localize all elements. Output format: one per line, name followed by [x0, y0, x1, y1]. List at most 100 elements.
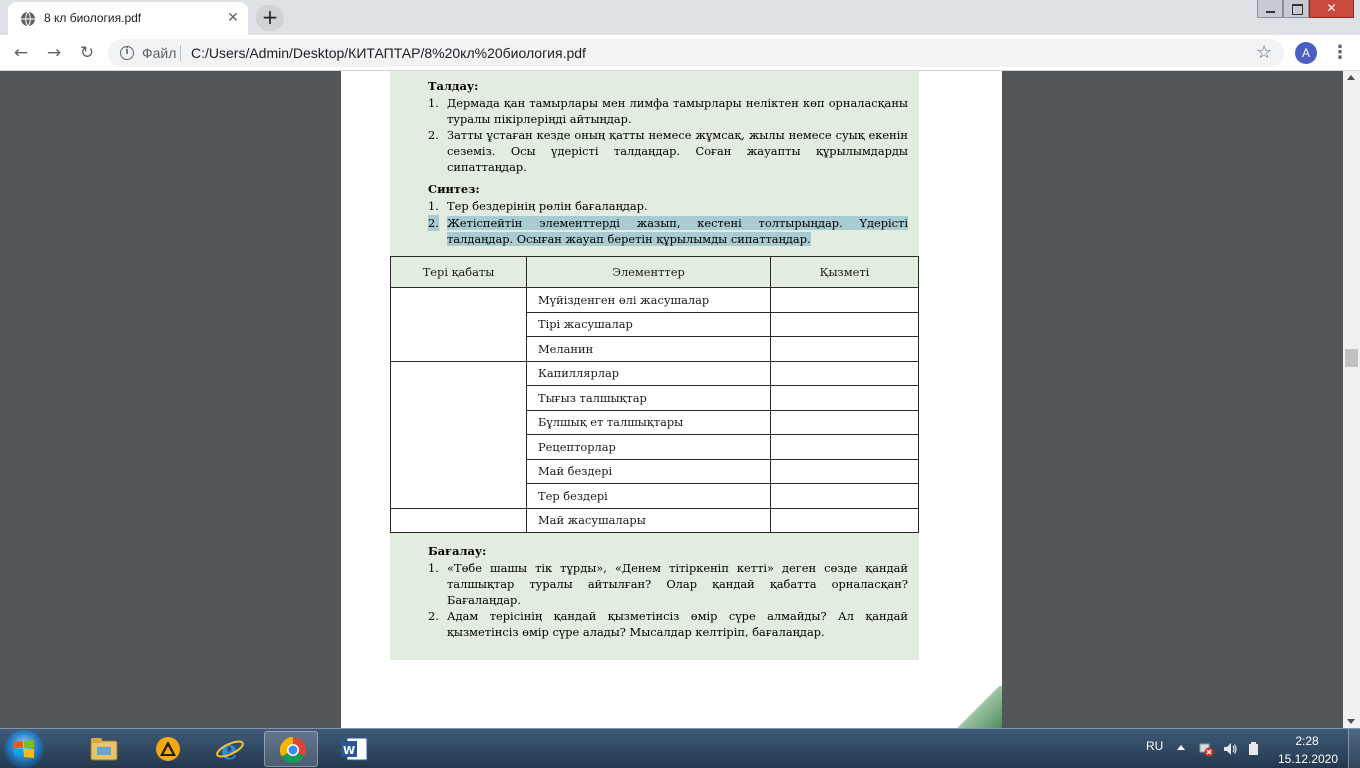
element-cell: Меланин — [526, 336, 771, 362]
function-cell-empty — [770, 434, 919, 460]
tab-title: 8 кл биология.pdf — [44, 11, 142, 25]
table-header-row: Тері қабаты Элементтер Қызметі — [390, 256, 919, 288]
back-button[interactable]: ← — [10, 42, 32, 64]
kebab-menu-icon[interactable]: ⋮ — [1331, 42, 1349, 64]
element-cell: Мүйізденген өлі жасушалар — [526, 287, 771, 313]
maximize-button[interactable] — [1283, 0, 1309, 18]
volume-icon[interactable] — [1222, 741, 1238, 757]
element-cell: Капиллярлар — [526, 360, 771, 386]
word-icon: W — [341, 737, 368, 761]
vertical-scrollbar[interactable] — [1343, 71, 1360, 728]
table-row: Мүйізденген өлі жасушалар — [390, 287, 919, 362]
function-cell-empty — [770, 507, 919, 533]
windows-taskbar: e W RU 2:28 15.12.2020 — [0, 728, 1360, 768]
aimp-icon — [156, 737, 180, 761]
scroll-down-arrow-icon[interactable] — [1347, 719, 1355, 724]
browser-toolbar: ← → ↻ i Файл C:/Users/Admin/Desktop/КИТА… — [0, 35, 1360, 71]
analysis-item-2: 2. Затты ұстаған кезде оның қатты немесе… — [428, 127, 908, 176]
url-text[interactable]: C:/Users/Admin/Desktop/КИТАПТАР/8%20кл%2… — [191, 45, 586, 61]
item-number: 1. — [428, 96, 439, 110]
item-text: Дермада қан тамырлары мен лимфа тамырлар… — [447, 96, 908, 127]
close-window-button[interactable]: ✕ — [1309, 0, 1354, 18]
item-number: 1. — [428, 561, 439, 575]
pdf-page: Талдау: 1. Дермада қан тамырлары мен лим… — [341, 71, 1002, 728]
function-cell-empty — [770, 360, 919, 386]
selection-highlight: Жетіспейтін элементтерді жазып, кестені … — [447, 216, 908, 247]
scrollbar-thumb[interactable] — [1345, 349, 1358, 367]
item-text: Адам терісінің қандай қызметінсіз өмір с… — [447, 609, 908, 640]
synthesis-item-1: 1. Тер бездерінің рөлін бағалаңдар. — [428, 198, 908, 214]
new-tab-button[interactable]: + — [256, 5, 284, 31]
analysis-item-1: 1. Дермада қан тамырлары мен лимфа тамыр… — [428, 95, 908, 127]
svg-text:e: e — [221, 736, 238, 763]
taskbar-internet-explorer[interactable]: e — [202, 731, 256, 767]
taskbar-chrome[interactable] — [264, 731, 318, 767]
synthesis-item-2: 2. Жетіспейтін элементтерді жазып, кесте… — [428, 215, 908, 247]
table-row: Капиллярлар — [390, 360, 919, 509]
function-cell-empty — [770, 311, 919, 337]
forward-button[interactable]: → — [43, 42, 65, 64]
function-cell-empty — [770, 287, 919, 313]
layer-cell-empty — [390, 287, 527, 362]
minimize-button[interactable] — [1257, 0, 1283, 18]
header-elements: Элементтер — [526, 256, 771, 288]
evaluation-item-2: 2. Адам терісінің қандай қызметінсіз өмі… — [428, 608, 908, 640]
clock-date[interactable]: 15.12.2020 — [1276, 752, 1340, 766]
element-cell: Тірі жасушалар — [526, 311, 771, 337]
layer-cell-empty — [390, 360, 527, 509]
evaluation-item-1: 1. «Төбе шашы тік тұрды», «Денем тітірке… — [428, 560, 908, 609]
table-row: Май жасушалары — [390, 507, 919, 533]
skin-layers-table: Тері қабаты Элементтер Қызметі Мүйізденг… — [390, 256, 919, 533]
power-flag-icon[interactable] — [1246, 741, 1262, 757]
show-hidden-icons-icon[interactable] — [1177, 745, 1185, 750]
tab-pdf[interactable]: 8 кл биология.pdf ✕ — [8, 2, 248, 35]
close-tab-icon[interactable]: ✕ — [226, 11, 240, 25]
show-desktop-button[interactable] — [1348, 729, 1360, 768]
reload-button[interactable]: ↻ — [76, 42, 98, 64]
profile-avatar[interactable]: A — [1295, 42, 1317, 64]
item-number: 2. — [428, 609, 439, 623]
info-icon[interactable]: i — [120, 46, 134, 60]
function-cell-empty — [770, 409, 919, 435]
item-number: 1. — [428, 199, 439, 213]
item-text-selected[interactable]: Жетіспейтін элементтерді жазып, кестені … — [447, 215, 908, 247]
element-cell: Рецепторлар — [526, 434, 771, 460]
address-bar[interactable]: i Файл C:/Users/Admin/Desktop/КИТАПТАР/8… — [108, 39, 1284, 67]
windows-logo-icon — [14, 740, 34, 758]
globe-icon — [21, 11, 35, 27]
omnibox-divider — [180, 45, 181, 61]
internet-explorer-icon: e — [216, 736, 244, 763]
network-error-icon[interactable] — [1198, 741, 1214, 757]
start-button[interactable] — [4, 730, 44, 768]
clock-time[interactable]: 2:28 — [1292, 734, 1322, 748]
scroll-up-arrow-icon[interactable] — [1347, 75, 1355, 80]
function-cell-empty — [770, 458, 919, 484]
function-cell-empty — [770, 336, 919, 362]
item-text: Тер бездерінің рөлін бағалаңдар. — [447, 199, 648, 213]
layer-cell-empty — [390, 507, 527, 533]
explorer-icon — [90, 738, 118, 761]
taskbar-aimp[interactable] — [140, 731, 194, 767]
evaluation-title: Бағалау: — [428, 544, 487, 558]
taskbar-word[interactable]: W — [326, 731, 380, 767]
page-corner-decoration — [950, 686, 1002, 728]
pdf-viewer[interactable]: Талдау: 1. Дермада қан тамырлары мен лим… — [0, 71, 1343, 728]
synthesis-title: Синтез: — [428, 182, 480, 196]
language-indicator[interactable]: RU — [1146, 739, 1163, 753]
taskbar-explorer[interactable] — [76, 731, 130, 767]
scheme-label: Файл — [142, 45, 177, 61]
item-text: Затты ұстаған кезде оның қатты немесе жұ… — [447, 128, 908, 175]
browser-titlebar: 8 кл биология.pdf ✕ + ✕ — [0, 0, 1360, 35]
element-cell: Май жасушалары — [526, 507, 771, 533]
item-number: 2. — [428, 128, 439, 142]
function-cell-empty — [770, 385, 919, 411]
bookmark-star-icon[interactable]: ☆ — [1256, 42, 1272, 63]
element-cell: Тер бездері — [526, 483, 771, 509]
element-cell: Бұлшық ет талшықтары — [526, 409, 771, 435]
function-cell-empty — [770, 483, 919, 509]
header-layer: Тері қабаты — [390, 256, 527, 288]
item-number: 2. — [428, 215, 439, 232]
analysis-title: Талдау: — [428, 79, 479, 93]
element-cell: Май бездері — [526, 458, 771, 484]
chrome-icon — [279, 736, 306, 764]
